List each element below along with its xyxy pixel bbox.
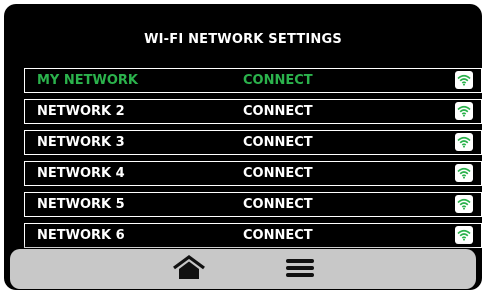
network-name: MY NETWORK [37,73,138,88]
wifi-icon [455,71,473,89]
connect-button[interactable]: CONNECT [243,73,313,88]
device-screen: WI-FI NETWORK SETTINGS MY NETWORK CONNEC… [4,4,482,290]
network-row-network-6[interactable]: NETWORK 6 CONNECT [24,223,482,248]
connect-button[interactable]: CONNECT [243,166,313,181]
network-row-network-5[interactable]: NETWORK 5 CONNECT [24,192,482,217]
page-title: WI-FI NETWORK SETTINGS [144,32,342,47]
bottom-toolbar [10,249,476,289]
connect-button[interactable]: CONNECT [243,104,313,119]
network-name: NETWORK 5 [37,197,125,212]
network-name: NETWORK 4 [37,166,125,181]
connect-button[interactable]: CONNECT [243,197,313,212]
home-icon [172,255,206,285]
network-row-network-3[interactable]: NETWORK 3 CONNECT [24,130,482,155]
wifi-icon [455,133,473,151]
wifi-icon [455,164,473,182]
wifi-icon [455,226,473,244]
network-row-network-4[interactable]: NETWORK 4 CONNECT [24,161,482,186]
hamburger-menu-icon [285,257,315,283]
connect-button[interactable]: CONNECT [243,135,313,150]
network-name: NETWORK 3 [37,135,125,150]
network-row-network-2[interactable]: NETWORK 2 CONNECT [24,99,482,124]
connect-button[interactable]: CONNECT [243,228,313,243]
home-button[interactable] [172,255,206,285]
network-list: MY NETWORK CONNECT NETWORK 2 CONNECT NET… [24,68,482,254]
network-name: NETWORK 6 [37,228,125,243]
network-name: NETWORK 2 [37,104,125,119]
wifi-icon [455,102,473,120]
network-row-my-network[interactable]: MY NETWORK CONNECT [24,68,482,93]
menu-button[interactable] [283,257,317,283]
wifi-icon [455,195,473,213]
